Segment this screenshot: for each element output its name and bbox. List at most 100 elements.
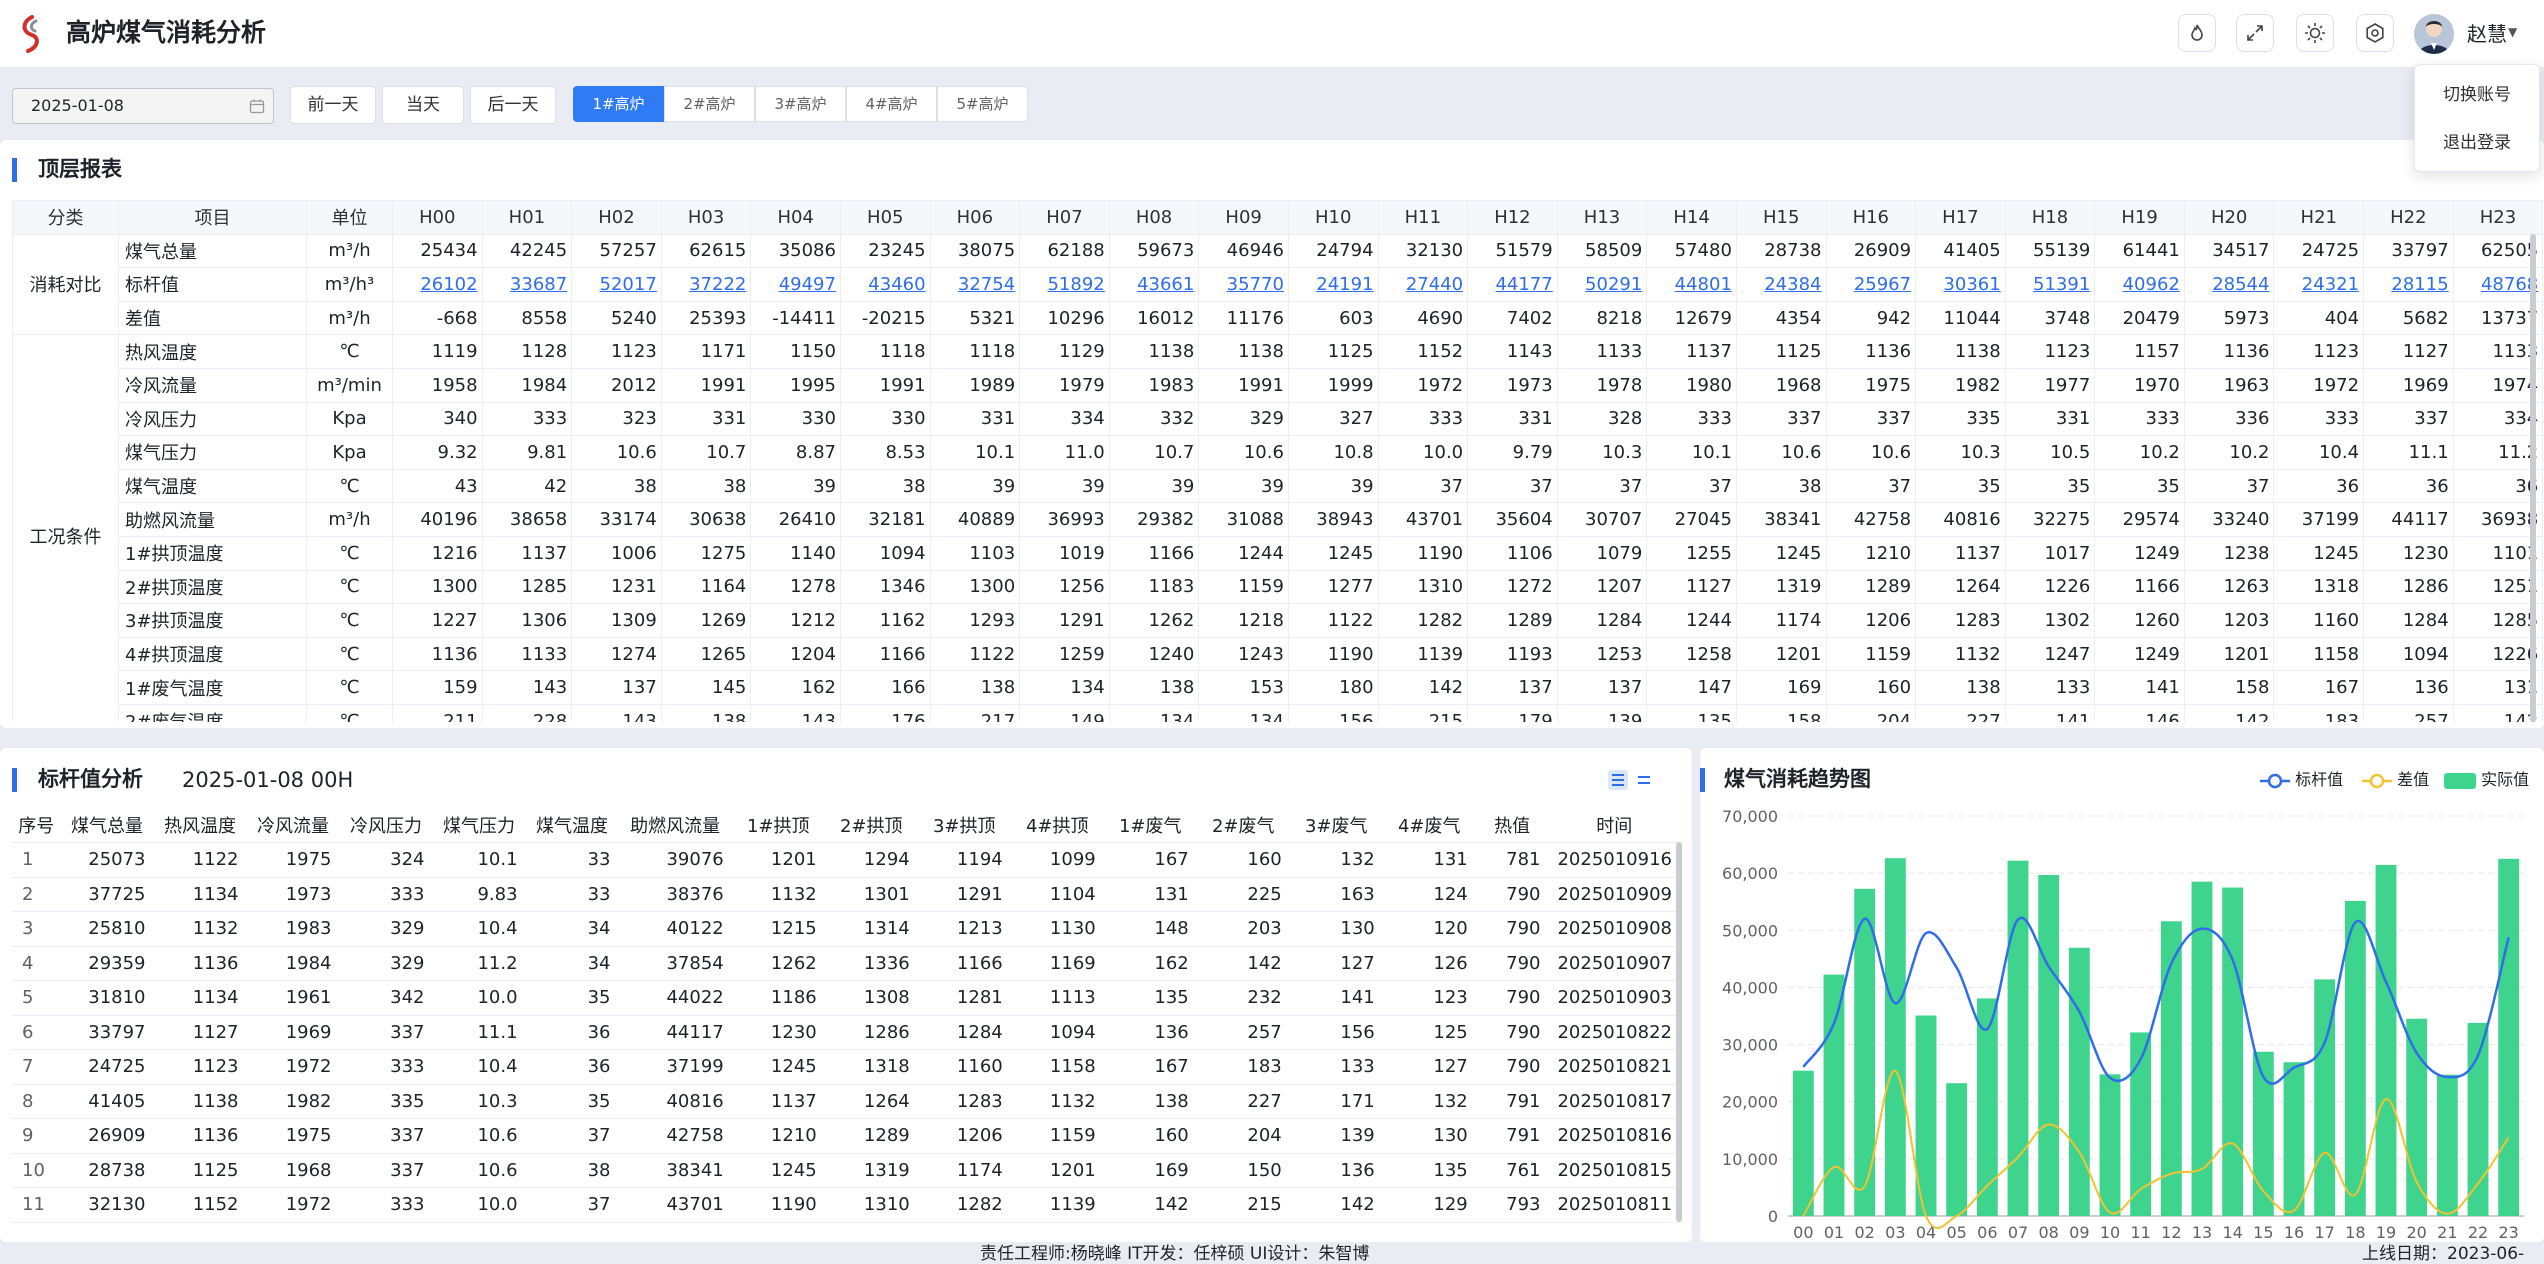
benchmark-header-cell[interactable]: 冷风压力 — [339, 808, 433, 843]
benchmark-header-cell[interactable]: 3#废气 — [1289, 808, 1383, 843]
avatar[interactable] — [2414, 14, 2454, 54]
top-header-cell[interactable]: H08 — [1108, 200, 1200, 235]
top-header-cell[interactable]: H11 — [1377, 200, 1469, 235]
top-header-cell[interactable]: 单位 — [306, 200, 393, 235]
benchmark-link-cell[interactable]: 26102 — [392, 267, 483, 302]
benchmark-header-cell[interactable]: 冷风流量 — [246, 808, 340, 843]
benchmark-link-cell[interactable]: 35770 — [1198, 267, 1289, 302]
top-header-cell[interactable]: H19 — [2094, 200, 2185, 235]
today-button[interactable]: 当天 — [382, 86, 464, 124]
menu-item-logout[interactable]: 退出登录 — [2415, 119, 2539, 167]
actual-bar[interactable] — [2283, 1062, 2305, 1216]
benchmark-header-cell[interactable]: 4#拱顶 — [1010, 808, 1104, 843]
benchmark-link-cell[interactable]: 50291 — [1556, 267, 1648, 302]
legend-actual[interactable]: 实际值 — [2444, 768, 2529, 792]
diff-line[interactable] — [1802, 1069, 2510, 1229]
benchmark-header-cell[interactable]: 热风温度 — [153, 808, 247, 843]
benchmark-link-cell[interactable]: 43661 — [1108, 267, 1200, 302]
top-header-cell[interactable]: H07 — [1019, 200, 1110, 235]
actual-bar[interactable] — [2467, 1022, 2489, 1216]
top-header-cell[interactable]: H12 — [1467, 200, 1558, 235]
benchmark-header-cell[interactable]: 煤气压力 — [432, 808, 526, 843]
legend-diff[interactable]: 差值 — [2362, 768, 2429, 792]
benchmark-line[interactable] — [1802, 916, 2510, 1085]
table-row[interactable]: 5 31810 1134 1961 342 10.0 35 44022 1186 1308 1281… — [12, 980, 1680, 1016]
table-row[interactable]: 7 24725 1123 1972 333 10.4 36 37199 1245 1318 1160… — [12, 1049, 1680, 1085]
next-day-button[interactable]: 后一天 — [470, 86, 556, 124]
top-header-cell[interactable]: H16 — [1825, 200, 1917, 235]
benchmark-header-cell[interactable]: 2#废气 — [1196, 808, 1290, 843]
actual-bar[interactable] — [2344, 900, 2366, 1216]
table-row[interactable]: 10 28738 1125 1968 337 10.6 38 38341 1245 1319 117… — [12, 1153, 1680, 1188]
actual-bar[interactable] — [2007, 860, 2029, 1216]
compact-view-icon[interactable] — [1634, 770, 1654, 790]
furnace-tab-2[interactable]: 2#高炉 — [664, 86, 755, 122]
table-row[interactable]: 11 32130 1152 1972 333 10.0 37 43701 1190 1310 128… — [12, 1187, 1680, 1223]
top-header-cell[interactable]: H23 — [2452, 200, 2544, 235]
benchmark-header-cell[interactable]: 序号 — [12, 808, 61, 843]
benchmark-header-cell[interactable]: 1#废气 — [1103, 808, 1197, 843]
benchmark-link-cell[interactable]: 51391 — [2004, 267, 2096, 302]
date-picker[interactable]: 2025-01-08 — [12, 88, 274, 124]
benchmark-link-cell[interactable]: 44177 — [1467, 267, 1558, 302]
actual-bar[interactable] — [1854, 888, 1876, 1216]
benchmark-link-cell[interactable]: 25967 — [1825, 267, 1917, 302]
theme-button[interactable] — [2296, 14, 2334, 52]
caret-down-icon[interactable]: ▼ — [2508, 25, 2517, 39]
prev-day-button[interactable]: 前一天 — [290, 86, 376, 124]
actual-bar[interactable] — [2099, 1074, 2121, 1216]
legend-benchmark[interactable]: 标杆值 — [2260, 768, 2343, 792]
benchmark-header-cell[interactable]: 时间 — [1548, 808, 1680, 843]
table-row[interactable]: 8 41405 1138 1982 335 10.3 35 40816 1137 1264 1283… — [12, 1084, 1680, 1119]
actual-bar[interactable] — [2498, 858, 2520, 1216]
benchmark-header-cell[interactable]: 4#废气 — [1382, 808, 1476, 843]
top-header-cell[interactable]: H01 — [481, 200, 573, 235]
fullscreen-button[interactable] — [2236, 14, 2274, 52]
top-header-cell[interactable]: H14 — [1646, 200, 1737, 235]
benchmark-link-cell[interactable]: 51892 — [1019, 267, 1110, 302]
benchmark-link-cell[interactable]: 52017 — [571, 267, 662, 302]
user-name[interactable]: 赵慧 — [2467, 20, 2507, 48]
list-view-icon[interactable] — [1608, 770, 1628, 790]
benchmark-header-cell[interactable]: 助燃风流量 — [618, 808, 732, 843]
benchmark-link-cell[interactable]: 30361 — [1915, 267, 2006, 302]
benchmark-header-cell[interactable]: 煤气总量 — [60, 808, 154, 843]
table-row[interactable]: 3 25810 1132 1983 329 10.4 34 40122 1215 1314 1213… — [12, 911, 1680, 947]
actual-bar[interactable] — [2436, 1074, 2458, 1216]
top-header-cell[interactable]: H15 — [1735, 200, 1827, 235]
benchmark-link-cell[interactable]: 40962 — [2094, 267, 2185, 302]
table-row[interactable]: 4 29359 1136 1984 329 11.2 34 37854 1262 1336 1166… — [12, 946, 1680, 981]
top-header-cell[interactable]: H13 — [1556, 200, 1648, 235]
table-row[interactable]: 2 37725 1134 1973 333 9.83 33 38376 1132 1301 1291… — [12, 877, 1680, 912]
actual-bar[interactable] — [1792, 1070, 1814, 1216]
actual-bar[interactable] — [2038, 875, 2060, 1216]
top-report-scroll[interactable]: 分类 项目 单位 H00 H01 H02 H03 H04 H05 H06 H07 H08 H09 H10 H… — [0, 200, 2544, 722]
benchmark-link-cell[interactable]: 33687 — [481, 267, 573, 302]
top-header-cell[interactable]: H06 — [929, 200, 1021, 235]
benchmark-header-cell[interactable]: 1#拱顶 — [731, 808, 825, 843]
top-header-cell[interactable]: H09 — [1198, 200, 1289, 235]
actual-bar[interactable] — [2222, 887, 2244, 1216]
top-header-cell[interactable]: H20 — [2183, 200, 2275, 235]
table-row[interactable]: 9 26909 1136 1975 337 10.6 37 42758 1210 1289 1206… — [12, 1118, 1680, 1154]
benchmark-link-cell[interactable]: 27440 — [1377, 267, 1469, 302]
actual-bar[interactable] — [1946, 1083, 1968, 1216]
top-report-scrollbar[interactable] — [2530, 234, 2536, 722]
benchmark-link-cell[interactable]: 32754 — [929, 267, 1021, 302]
benchmark-link-cell[interactable]: 28115 — [2363, 267, 2454, 302]
benchmark-link-cell[interactable]: 49497 — [750, 267, 841, 302]
top-header-cell[interactable]: H03 — [660, 200, 752, 235]
fire-button[interactable] — [2178, 14, 2216, 52]
top-header-cell[interactable]: 项目 — [118, 200, 307, 235]
settings-button[interactable] — [2356, 14, 2394, 52]
benchmark-link-cell[interactable]: 44801 — [1646, 267, 1737, 302]
benchmark-link-cell[interactable]: 37222 — [660, 267, 752, 302]
actual-bar[interactable] — [2375, 864, 2397, 1216]
top-header-cell[interactable]: H00 — [392, 200, 483, 235]
benchmark-scrollbar[interactable] — [1676, 842, 1682, 1222]
actual-bar[interactable] — [1976, 998, 1998, 1216]
menu-item-switch-account[interactable]: 切换账号 — [2415, 71, 2539, 119]
table-row[interactable]: 6 33797 1127 1969 337 11.1 36 44117 1230 1286 1284… — [12, 1015, 1680, 1050]
benchmark-link-cell[interactable]: 24191 — [1287, 267, 1379, 302]
furnace-tab-1[interactable]: 1#高炉 — [573, 86, 664, 122]
